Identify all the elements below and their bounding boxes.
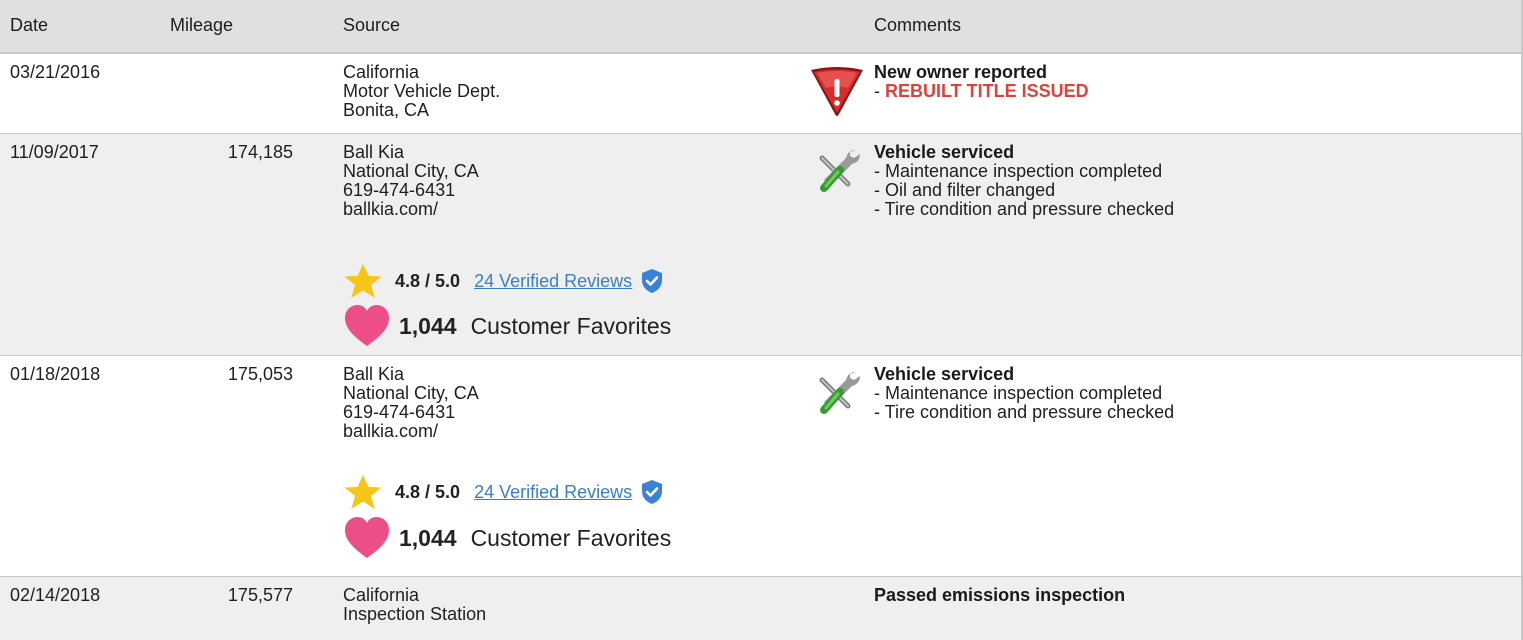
row-source: Ball Kia National City, CA 619-474-6431 … <box>343 143 479 219</box>
source-name: Ball Kia <box>343 364 405 384</box>
favorites-count: 1,044 <box>399 312 457 339</box>
source-location: National City, CA <box>343 161 479 181</box>
comment-title: New owner reported <box>874 62 1048 82</box>
row-source: California Inspection Station <box>343 586 486 624</box>
source-phone: 619-474-6431 <box>343 180 456 200</box>
source-website: ballkia.com/ <box>343 199 439 219</box>
source-name: Ball Kia <box>343 142 405 162</box>
comment-line: - REBUILT TITLE ISSUED <box>874 82 1089 101</box>
row-comments: New owner reported - REBUILT TITLE ISSUE… <box>874 63 1089 101</box>
comment-prefix: - <box>874 81 885 101</box>
rebuilt-title-alert: REBUILT TITLE ISSUED <box>885 81 1089 101</box>
verified-reviews-link[interactable]: 24 Verified Reviews <box>474 271 632 292</box>
header-mileage: Mileage <box>170 15 234 35</box>
comment-title: Vehicle serviced <box>874 364 1015 384</box>
row-date: 03/21/2016 <box>10 62 101 82</box>
table-header: Date Mileage Source Comments <box>0 0 1523 54</box>
heart-icon <box>345 305 389 346</box>
source-name: California <box>343 585 420 605</box>
verified-reviews-link[interactable]: 24 Verified Reviews <box>474 482 632 503</box>
source-detail: Inspection Station <box>343 604 487 624</box>
row-source: California Motor Vehicle Dept. Bonita, C… <box>343 63 500 120</box>
customer-favorites: 1,044 Customer Favorites <box>343 304 671 348</box>
source-website: ballkia.com/ <box>343 421 439 441</box>
favorites-label: Customer Favorites <box>470 312 672 339</box>
comment-title: Passed emissions inspection <box>874 585 1126 605</box>
source-location: Bonita, CA <box>343 100 430 120</box>
comment-title: Vehicle serviced <box>874 142 1015 162</box>
customer-favorites: 1,044 Customer Favorites <box>343 516 671 560</box>
source-detail: Motor Vehicle Dept. <box>343 81 501 101</box>
table-row: 11/09/2017 174,185 Ball Kia National Cit… <box>0 134 1523 356</box>
comment-line: - Tire condition and pressure checked <box>874 199 1175 219</box>
comment-line: - Tire condition and pressure checked <box>874 402 1175 422</box>
heart-icon <box>345 517 389 558</box>
service-tools-icon <box>808 144 866 200</box>
verified-shield-icon <box>642 480 663 504</box>
header-date: Date <box>10 15 49 35</box>
dealer-rating: 4.8 / 5.0 24 Verified Reviews <box>343 263 664 299</box>
source-location: National City, CA <box>343 383 479 403</box>
table-row: 01/18/2018 175,053 Ball Kia National Cit… <box>0 356 1523 577</box>
table-row: 02/14/2018 175,577 California Inspection… <box>0 577 1523 640</box>
dealer-rating: 4.8 / 5.0 24 Verified Reviews <box>343 474 664 510</box>
warning-icon <box>808 64 866 120</box>
row-comments: Vehicle serviced - Maintenance inspectio… <box>874 143 1174 219</box>
row-comments: Passed emissions inspection <box>874 586 1125 605</box>
source-name: California <box>343 62 420 82</box>
row-date: 11/09/2017 <box>10 142 99 162</box>
service-tools-icon <box>808 366 866 422</box>
row-mileage: 175,577 <box>227 585 293 605</box>
row-source: Ball Kia National City, CA 619-474-6431 … <box>343 365 479 441</box>
rating-score: 4.8 / 5.0 <box>395 481 461 502</box>
source-phone: 619-474-6431 <box>343 402 456 422</box>
row-mileage: 175,053 <box>227 364 293 384</box>
verified-shield-icon <box>642 269 663 293</box>
favorites-count: 1,044 <box>399 524 457 551</box>
header-source: Source <box>343 15 401 35</box>
row-mileage: 174,185 <box>227 142 293 162</box>
row-date: 02/14/2018 <box>10 585 101 605</box>
comment-line: - Maintenance inspection completed <box>874 383 1163 403</box>
favorites-label: Customer Favorites <box>470 524 672 551</box>
row-date: 01/18/2018 <box>10 364 101 384</box>
comment-line: - Oil and filter changed <box>874 180 1056 200</box>
star-icon <box>344 475 382 509</box>
star-icon <box>344 264 382 298</box>
row-comments: Vehicle serviced - Maintenance inspectio… <box>874 365 1174 422</box>
rating-score: 4.8 / 5.0 <box>395 270 461 291</box>
vehicle-history-table: Date Mileage Source Comments 03/21/2016 … <box>0 0 1523 640</box>
header-comments: Comments <box>874 15 962 35</box>
comment-line: - Maintenance inspection completed <box>874 161 1163 181</box>
table-row: 03/21/2016 California Motor Vehicle Dept… <box>0 54 1523 134</box>
